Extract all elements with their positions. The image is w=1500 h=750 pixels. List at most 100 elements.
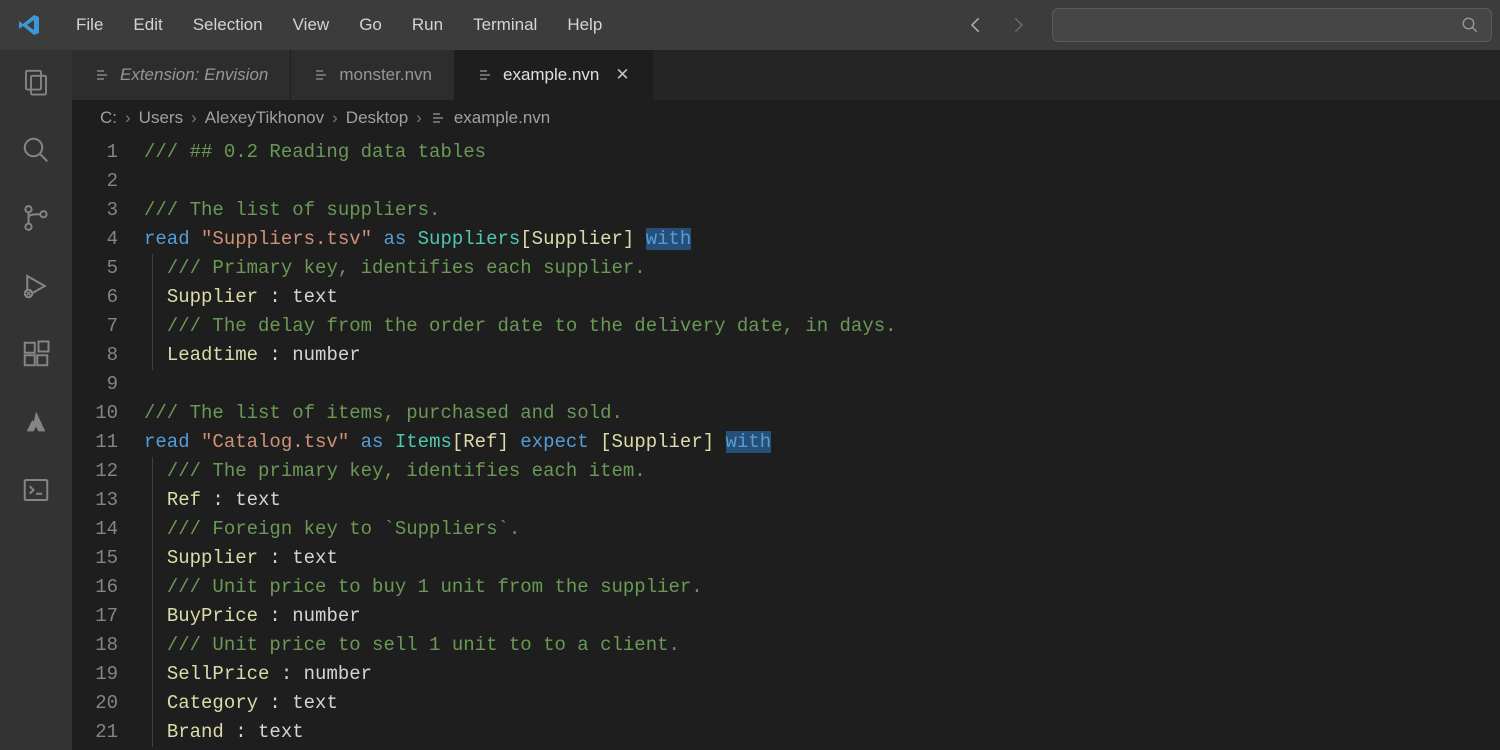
token-typebracket: [Ref] — [452, 431, 509, 453]
search-icon[interactable] — [16, 130, 56, 170]
menu-item-run[interactable]: Run — [398, 9, 457, 41]
line-number: 5 — [72, 254, 118, 283]
code-line[interactable]: Supplier : text — [144, 544, 1500, 573]
token-plain: : number — [258, 344, 361, 366]
token-comment: /// Unit price to buy 1 unit from the su… — [167, 576, 703, 598]
line-number: 19 — [72, 660, 118, 689]
line-number: 11 — [72, 428, 118, 457]
editor-tabs: Extension: Envision monster.nvn example.nv… — [72, 50, 1500, 100]
code-line[interactable]: read "Catalog.tsv" as Items[Ref] expect … — [144, 428, 1500, 457]
atlassian-icon[interactable] — [16, 402, 56, 442]
token-kw: read — [144, 228, 201, 250]
token-id: BuyPrice — [167, 605, 258, 627]
breadcrumb-segment[interactable]: AlexeyTikhonov — [205, 108, 324, 128]
indent-guide — [152, 544, 153, 573]
token-type: Suppliers — [418, 228, 521, 250]
indent-guide — [152, 689, 153, 718]
extensions-icon[interactable] — [16, 334, 56, 374]
token-str: "Suppliers.tsv" — [201, 228, 372, 250]
tab-monster-nvn[interactable]: monster.nvn — [291, 50, 455, 100]
token-plain: : text — [258, 286, 338, 308]
code-line[interactable]: /// The primary key, identifies each ite… — [144, 457, 1500, 486]
code-line[interactable]: /// Unit price to buy 1 unit from the su… — [144, 573, 1500, 602]
source-control-icon[interactable] — [16, 198, 56, 238]
menu-item-go[interactable]: Go — [345, 9, 396, 41]
token-comment: /// The delay from the order date to the… — [167, 315, 897, 337]
code-line[interactable]: /// ## 0.2 Reading data tables — [144, 138, 1500, 167]
indent-guide — [152, 602, 153, 631]
code-line[interactable]: /// The list of suppliers. — [144, 196, 1500, 225]
breadcrumb[interactable]: C:›Users›AlexeyTikhonov›Desktop›example.… — [72, 100, 1500, 136]
token-id: Supplier — [167, 547, 258, 569]
token-comment: /// The list of items, purchased and sol… — [144, 402, 623, 424]
token-plain: : text — [258, 692, 338, 714]
code-line[interactable]: /// The list of items, purchased and sol… — [144, 399, 1500, 428]
code-line[interactable]: BuyPrice : number — [144, 602, 1500, 631]
indent-guide — [152, 254, 153, 283]
menu-item-file[interactable]: File — [62, 9, 117, 41]
code-line[interactable]: /// The delay from the order date to the… — [144, 312, 1500, 341]
tab-extension-envision[interactable]: Extension: Envision — [72, 50, 291, 100]
line-number: 1 — [72, 138, 118, 167]
line-number: 20 — [72, 689, 118, 718]
indent-guide — [152, 341, 153, 370]
token-plain: : text — [224, 721, 304, 743]
vscode-logo-icon — [14, 10, 44, 40]
indent-guide — [152, 312, 153, 341]
code-line[interactable]: read "Suppliers.tsv" as Suppliers[Suppli… — [144, 225, 1500, 254]
command-search-input[interactable] — [1052, 8, 1492, 42]
menu-item-terminal[interactable]: Terminal — [459, 9, 551, 41]
tab-label: monster.nvn — [339, 65, 432, 85]
token-id: Leadtime — [167, 344, 258, 366]
run-debug-icon[interactable] — [16, 266, 56, 306]
breadcrumb-segment[interactable]: Users — [139, 108, 183, 128]
code-line[interactable]: /// Foreign key to `Suppliers`. — [144, 515, 1500, 544]
file-list-icon — [313, 67, 329, 83]
line-number: 14 — [72, 515, 118, 544]
indent-guide — [152, 486, 153, 515]
breadcrumb-segment[interactable]: example.nvn — [454, 108, 550, 128]
menu-item-edit[interactable]: Edit — [119, 9, 176, 41]
code-line[interactable]: Leadtime : number — [144, 341, 1500, 370]
explorer-icon[interactable] — [16, 62, 56, 102]
file-list-icon — [94, 67, 110, 83]
token-comment: /// The primary key, identifies each ite… — [167, 460, 646, 482]
token-plain: : text — [258, 547, 338, 569]
line-number: 16 — [72, 573, 118, 602]
code-content[interactable]: /// ## 0.2 Reading data tables /// The li… — [144, 138, 1500, 750]
indent-guide — [152, 660, 153, 689]
menu-item-selection[interactable]: Selection — [179, 9, 277, 41]
chevron-right-icon: › — [187, 108, 201, 128]
chevron-right-icon: › — [328, 108, 342, 128]
nav-forward-button[interactable] — [1006, 15, 1028, 35]
code-line[interactable]: Ref : text — [144, 486, 1500, 515]
token-typebracket: [Supplier] — [520, 228, 634, 250]
code-editor[interactable]: 123456789101112131415161718192021 /// ##… — [72, 136, 1500, 750]
code-line[interactable] — [144, 370, 1500, 399]
file-list-icon — [477, 67, 493, 83]
search-icon — [1461, 16, 1479, 34]
code-line[interactable]: /// Primary key, identifies each supplie… — [144, 254, 1500, 283]
nav-back-button[interactable] — [966, 15, 988, 35]
token-comment: /// Foreign key to `Suppliers`. — [167, 518, 520, 540]
token-id: Brand — [167, 721, 224, 743]
activity-bar — [0, 50, 72, 750]
token-id: Ref — [167, 489, 201, 511]
code-line[interactable] — [144, 167, 1500, 196]
menu-item-view[interactable]: View — [279, 9, 344, 41]
code-line[interactable]: Brand : text — [144, 718, 1500, 747]
token-id: SellPrice — [167, 663, 270, 685]
token-comment: /// Unit price to sell 1 unit to to a cl… — [167, 634, 680, 656]
line-number-gutter: 123456789101112131415161718192021 — [72, 138, 144, 750]
terminal-panel-icon[interactable] — [16, 470, 56, 510]
close-icon[interactable]: ✕ — [615, 65, 629, 85]
code-line[interactable]: SellPrice : number — [144, 660, 1500, 689]
line-number: 3 — [72, 196, 118, 225]
code-line[interactable]: Supplier : text — [144, 283, 1500, 312]
breadcrumb-segment[interactable]: Desktop — [346, 108, 408, 128]
code-line[interactable]: Category : text — [144, 689, 1500, 718]
tab-example-nvn[interactable]: example.nvn✕ — [455, 50, 653, 100]
breadcrumb-segment[interactable]: C: — [100, 108, 117, 128]
code-line[interactable]: /// Unit price to sell 1 unit to to a cl… — [144, 631, 1500, 660]
menu-item-help[interactable]: Help — [553, 9, 616, 41]
